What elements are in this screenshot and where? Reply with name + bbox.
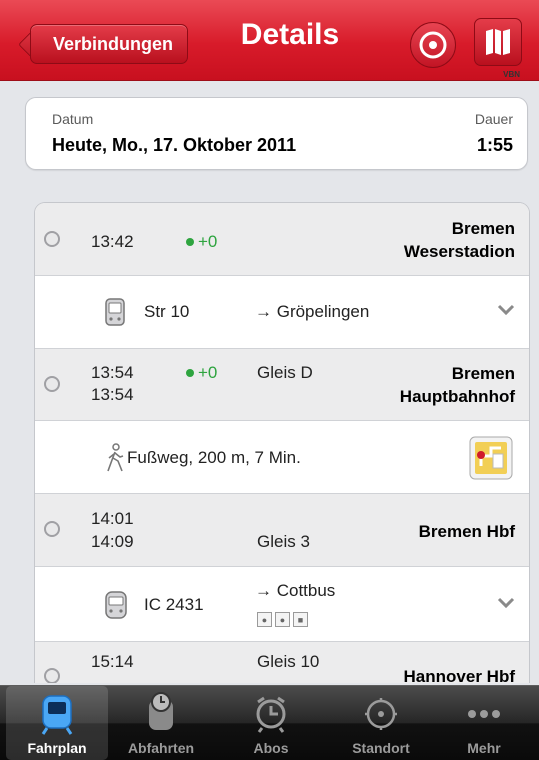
train-icon: [105, 591, 127, 619]
tab-bar: Fahrplan Abfahrten Abos Standort Mehr: [0, 685, 539, 760]
back-button-label: Verbindungen: [52, 33, 173, 54]
tab-label: Mehr: [467, 740, 501, 756]
station-name-line: Bremen: [451, 219, 515, 238]
date-value: Heute, Mo., 17. Oktober 2011: [52, 135, 297, 155]
realtime-dot-icon: [186, 369, 194, 377]
more-icon: [468, 710, 500, 718]
departure-time: 14:09: [91, 532, 134, 551]
bike-icon: ●: [275, 612, 290, 627]
station-name: Bremen Hauptbahnhof: [400, 362, 515, 408]
itinerary-list[interactable]: 13:42 +0 Bremen Weserstadion Str 10 → Gr…: [34, 202, 530, 683]
stop-row[interactable]: 15:14 Gleis 10 Hannover Hbf: [35, 642, 529, 683]
alarm-clock-icon: [256, 696, 286, 733]
station-name-line: Hannover Hbf: [403, 667, 515, 683]
leg-row[interactable]: IC 2431 → Cottbus ● ● ■: [35, 567, 529, 642]
tram-icon: [105, 298, 125, 326]
stop-dot-icon: [44, 668, 60, 683]
station-name: Bremen Weserstadion: [404, 217, 515, 263]
tab-abos[interactable]: Abos: [220, 686, 322, 760]
stop-dot-icon: [44, 231, 60, 247]
tab-label: Fahrplan: [27, 740, 87, 756]
duration-label: Dauer: [474, 111, 513, 127]
station-name-line: Weserstadion: [403, 242, 515, 261]
tab-abfahrten[interactable]: Abfahrten: [110, 686, 212, 760]
date-duration-card: Datum Dauer Heute, Mo., 17. Oktober 2011…: [25, 97, 528, 170]
back-button[interactable]: Verbindungen: [30, 24, 188, 64]
reservation-icon: ■: [293, 612, 308, 627]
arrival-time: 14:01: [91, 509, 134, 528]
date-label: Datum: [52, 111, 94, 127]
platform: Gleis 3: [257, 532, 310, 551]
station-name-line: Bremen Hbf: [418, 522, 515, 541]
direction: → Gröpelingen: [255, 302, 370, 321]
expand-chevron-icon[interactable]: [497, 597, 515, 609]
bike-icon: ●: [257, 612, 272, 627]
departure-time: 13:54: [91, 385, 134, 404]
walk-map-icon[interactable]: [469, 436, 513, 480]
target-icon: [419, 31, 447, 59]
tab-standort[interactable]: Standort: [330, 686, 432, 760]
walk-icon: [107, 443, 124, 472]
provider-label: VBN: [503, 70, 520, 79]
duration-value: 1:55: [476, 135, 513, 155]
realtime-dot-icon: [186, 238, 194, 246]
tab-label: Standort: [352, 740, 410, 756]
platform: Gleis 10: [257, 652, 320, 671]
direction: → Cottbus: [255, 581, 336, 600]
tab-mehr[interactable]: Mehr: [433, 686, 535, 760]
tab-label: Abfahrten: [127, 740, 195, 756]
tab-fahrplan[interactable]: Fahrplan: [6, 686, 108, 760]
navigation-bar: Verbindungen Details VBN: [0, 0, 539, 81]
arrival-time: 13:54: [91, 363, 134, 382]
station-name: Hannover Hbf: [404, 665, 515, 683]
walk-description: Fußweg, 200 m, 7 Min.: [127, 448, 301, 467]
station-name: Bremen Hbf: [419, 520, 515, 543]
line-name: Str 10: [144, 302, 190, 321]
delay-value: +0: [198, 232, 218, 251]
walk-leg-row[interactable]: Fußweg, 200 m, 7 Min.: [35, 421, 529, 494]
expand-chevron-icon[interactable]: [497, 304, 515, 316]
stop-row[interactable]: 13:54 13:54 +0 Gleis D Bremen Hauptbahnh…: [35, 349, 529, 421]
timetable-icon: [41, 695, 73, 735]
stop-time: 13:42: [91, 232, 134, 251]
location-icon: [365, 698, 397, 730]
stop-dot-icon: [44, 376, 60, 392]
arrival-time: 15:14: [91, 652, 134, 671]
map-icon: [486, 29, 510, 55]
station-name-line: Hauptbahnhof: [399, 387, 515, 406]
leg-row[interactable]: Str 10 → Gröpelingen: [35, 276, 529, 349]
station-name-line: Bremen: [451, 364, 515, 383]
platform: Gleis D: [257, 363, 313, 382]
tab-label: Abos: [253, 740, 289, 756]
page-title: Details: [240, 18, 340, 51]
target-button[interactable]: [410, 22, 456, 68]
delay-value: +0: [198, 363, 218, 382]
map-button[interactable]: [474, 18, 522, 66]
line-name: IC 2431: [144, 595, 204, 614]
stop-row[interactable]: 14:01 14:09 Gleis 3 Bremen Hbf: [35, 494, 529, 567]
service-icons: ● ● ■: [257, 612, 308, 627]
departures-icon: [149, 692, 173, 730]
stop-row[interactable]: 13:42 +0 Bremen Weserstadion: [35, 203, 529, 276]
stop-dot-icon: [44, 521, 60, 537]
